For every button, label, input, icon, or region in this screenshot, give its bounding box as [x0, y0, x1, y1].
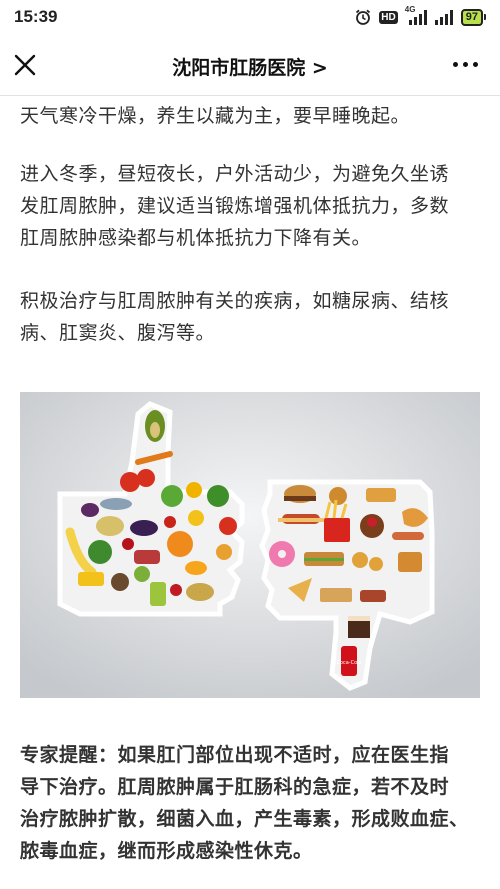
status-icons: HD 4G 97 [354, 5, 486, 26]
para3-line-2: 病、肛窦炎、腹泻等。 [20, 322, 216, 344]
para4-line-3: 治疗脓肿扩散，细菌入血，产生毒素，形成败血症、 [20, 808, 469, 830]
article-paragraph-3: 积极治疗与肛周脓肿有关的疾病，如糖尿病、结核 病、肛窦炎、腹泻等。 [20, 285, 449, 349]
para4-line-4: 脓毒血症，继而形成感染性休克。 [20, 840, 313, 862]
nav-bar: 沈阳市肛肠医院 > [0, 34, 500, 96]
article-paragraph-1: 天气寒冷干燥，养生以藏为主，要早睡晚起。 [20, 105, 411, 127]
more-icon[interactable] [453, 62, 478, 67]
para4-line-1: 专家提醒：如果肛门部位出现不适时，应在医生指 [20, 744, 450, 766]
para2-line-2: 发肛周脓肿，建议适当锻炼增强机体抵抗力，多数 [20, 195, 450, 217]
article-paragraph-2: 进入冬季，昼短夜长，户外活动少，为避免久坐诱 发肛周脓肿，建议适当锻炼增强机体抵… [20, 158, 449, 254]
para3-line-1: 积极治疗与肛周脓肿有关的疾病，如糖尿病、结核 [20, 290, 450, 312]
para4-line-2: 导下治疗。肛周脓肿属于肛肠科的急症，若不及时 [20, 776, 450, 798]
cola-label: Coca-Cola [336, 660, 361, 666]
para2-line-3: 肛周脓肿感染都与机体抵抗力下降有关。 [20, 227, 372, 249]
status-bar: 15:39 HD 4G 97 [0, 0, 500, 34]
expert-tip-paragraph: 专家提醒：如果肛门部位出现不适时，应在医生指 导下治疗。肛周脓肿属于肛肠科的急症… [20, 739, 469, 867]
alarm-icon [356, 9, 371, 25]
status-time: 15:39 [14, 7, 58, 26]
battery-level: 97 [460, 8, 483, 26]
battery-icon: 97 [460, 8, 486, 26]
signal-icon [434, 10, 453, 25]
hd-icon: HD [379, 10, 398, 24]
signal-4g-icon: 4G [405, 5, 427, 25]
food-thumbs-image[interactable]: Coca-Cola [20, 392, 480, 698]
page-title[interactable]: 沈阳市肛肠医院 > [0, 53, 500, 80]
para2-line-1: 进入冬季，昼短夜长，户外活动少，为避免久坐诱 [20, 163, 450, 185]
